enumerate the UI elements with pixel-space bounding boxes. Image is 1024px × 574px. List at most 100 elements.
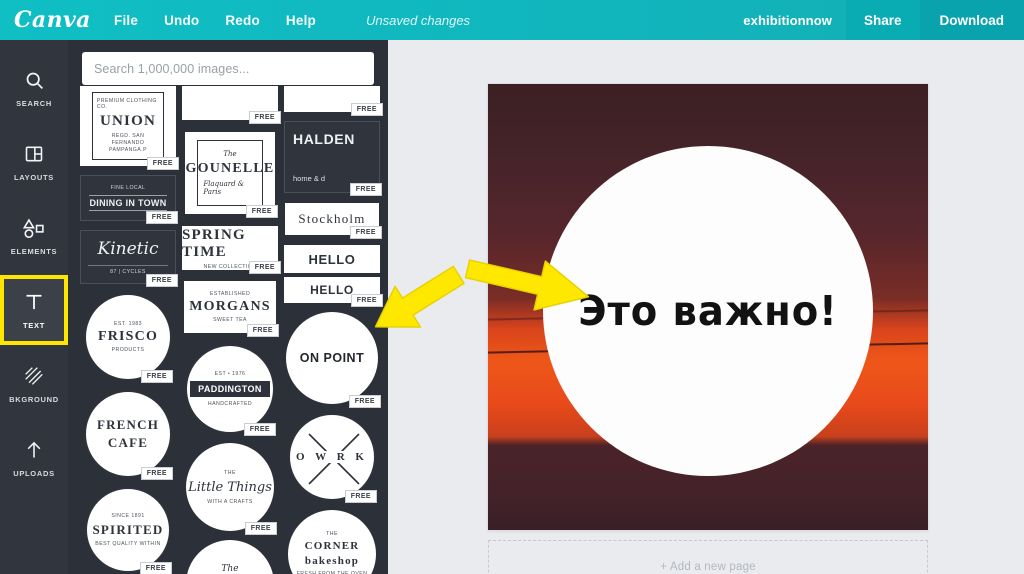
free-badge: FREE <box>145 211 178 224</box>
template-top-text: EST. 1983 <box>114 321 142 327</box>
account-name[interactable]: exhibitionnow <box>729 13 846 28</box>
template-top-text: PREMIUM CLOTHING CO. <box>96 97 157 110</box>
menu-item-undo[interactable]: Undo <box>164 13 199 28</box>
template-sub-text: Flaquard & Paris <box>203 180 245 196</box>
add-new-page-button[interactable]: + Add a new page <box>488 540 928 574</box>
sidebar-item-label: TEXT <box>23 321 45 330</box>
template-main-text: HALDEN <box>293 131 355 147</box>
template-card[interactable]: HELLO FREE <box>284 277 383 307</box>
sidebar-item-bkground[interactable]: BKGROUND <box>3 352 65 416</box>
templates-column-1: PREMIUM CLOTHING CO. UNION REGD. SAN FER… <box>80 86 179 574</box>
template-card[interactable]: The ATLANTIC TRADING CO. FREE <box>186 540 274 574</box>
template-main-text: ON POINT <box>299 351 365 365</box>
template-card[interactable]: FREE <box>284 86 383 116</box>
menu-item-file[interactable]: File <box>114 13 138 28</box>
template-top-text: THE <box>326 530 338 537</box>
template-card[interactable]: EST. 1983 FRISCO PRODUCTS FREE <box>84 293 173 383</box>
template-card-on-point[interactable]: ON POINT FREE <box>286 312 381 408</box>
template-main-text: Stockholm <box>298 211 366 226</box>
menu-item-help[interactable]: Help <box>286 13 316 28</box>
template-card[interactable]: THE CORNER bakeshop FRESH FROM THE OVEN … <box>288 510 376 574</box>
template-card[interactable]: SINCE 1891 SPIRITED BEST QUALITY WITHIN … <box>85 487 172 574</box>
free-badge: FREE <box>246 324 279 337</box>
free-badge: FREE <box>145 274 178 287</box>
free-badge: FREE <box>244 522 277 535</box>
design-canvas[interactable]: Это важно! <box>488 84 928 530</box>
template-main-text: UNION <box>99 112 156 129</box>
sidebar-item-label: BKGROUND <box>9 395 59 404</box>
free-badge: FREE <box>248 111 281 124</box>
free-badge: FREE <box>350 103 383 116</box>
sidebar-item-label: UPLOADS <box>13 469 55 478</box>
template-main-text: Kinetic <box>97 239 159 259</box>
template-sub-text: SWEET TEA <box>213 317 247 323</box>
free-badge: FREE <box>139 562 172 574</box>
template-main-text: DINING IN TOWN <box>89 195 167 211</box>
template-main-text: CORNER bakeshop <box>304 539 360 567</box>
free-badge: FREE <box>348 395 381 408</box>
free-badge: FREE <box>140 467 173 480</box>
canvas-text-element[interactable]: Это важно! <box>578 287 837 335</box>
free-badge: FREE <box>245 205 278 218</box>
search-placeholder: Search 1,000,000 images... <box>94 61 250 76</box>
template-card[interactable]: SPRING TIME NEW COLLECTION FREE <box>182 226 281 274</box>
template-sub-text: BEST QUALITY WITHIN <box>95 541 161 547</box>
white-circle-shape[interactable]: Это важно! <box>543 146 873 477</box>
share-button[interactable]: Share <box>845 0 920 40</box>
template-card[interactable]: HELLO <box>284 245 380 273</box>
free-badge: FREE <box>344 490 377 503</box>
template-sub-text: REGD. SAN FERNANDO PAMPANGA.P <box>108 132 148 154</box>
template-card[interactable]: FREE <box>182 86 281 124</box>
menu-item-redo[interactable]: Redo <box>225 13 260 28</box>
free-badge: FREE <box>350 294 383 307</box>
background-icon <box>24 364 44 388</box>
template-top-text: FINE LOCAL <box>110 185 146 191</box>
sidebar-item-label: SEARCH <box>16 99 52 108</box>
template-card[interactable]: EST • 1976 PADDINGTON HANDCRAFTED FREE <box>185 344 276 436</box>
template-card[interactable]: The GOUNELLE Flaquard & Paris FREE <box>182 129 278 218</box>
top-bar: Canva File Undo Redo Help Unsaved change… <box>0 0 1024 40</box>
template-sub-text: HANDCRAFTED <box>207 401 253 407</box>
template-card[interactable]: THE Little Things WITH A CRAFTS FREE <box>186 443 277 535</box>
template-main-text: O W R K <box>294 451 370 463</box>
upload-icon <box>24 438 44 462</box>
template-card[interactable]: Stockholm FREE <box>284 202 382 239</box>
templates-grid: PREMIUM CLOTHING CO. UNION REGD. SAN FER… <box>68 86 388 574</box>
template-card[interactable]: Kinetic 87 | CYCLES FREE <box>80 230 178 287</box>
sidebar-item-search[interactable]: SEARCH <box>3 56 65 120</box>
template-card[interactable]: FINE LOCAL DINING IN TOWN FREE <box>80 175 178 224</box>
design-workspace[interactable]: Это важно! + Add a new page <box>388 40 1024 574</box>
sidebar-item-elements[interactable]: ELEMENTS <box>3 204 65 268</box>
template-sub-text: PRODUCTS <box>111 347 145 353</box>
canva-editor-window: Canva File Undo Redo Help Unsaved change… <box>0 0 1024 574</box>
template-top-text: SINCE 1891 <box>111 513 145 519</box>
template-top-text: THE <box>224 469 236 476</box>
template-main-text: HELLO <box>308 251 356 267</box>
left-tool-rail: SEARCH LAYOUTS ELEMENTS TEXT BKGROUND UP… <box>0 40 68 574</box>
sidebar-item-layouts[interactable]: LAYOUTS <box>3 130 65 194</box>
template-card[interactable]: FRENCH CAFE FREE <box>84 390 173 480</box>
template-top-text: The <box>223 150 237 158</box>
template-main-text: SPRING TIME <box>182 226 246 260</box>
template-card[interactable]: HALDEN home & d FREE <box>284 121 382 196</box>
main-menu: File Undo Redo Help Unsaved changes <box>114 13 470 28</box>
download-button[interactable]: Download <box>919 0 1024 40</box>
template-top-text: ESTABLISHED <box>209 291 251 297</box>
sidebar-item-text[interactable]: TEXT <box>1 276 67 344</box>
search-input[interactable]: Search 1,000,000 images... <box>82 52 374 85</box>
template-sub-text: WITH A CRAFTS <box>207 498 253 505</box>
elements-icon <box>23 216 45 240</box>
template-main-text: PADDINGTON <box>189 381 271 397</box>
save-status-text: Unsaved changes <box>365 12 471 28</box>
canva-logo[interactable]: Canva <box>14 7 92 33</box>
template-card[interactable]: O W R K FREE <box>288 413 377 503</box>
sidebar-item-label: LAYOUTS <box>13 173 55 182</box>
text-icon <box>24 290 44 314</box>
template-top-text: EST • 1976 <box>214 371 246 377</box>
template-main-text: HELLO <box>310 283 354 297</box>
template-card[interactable]: PREMIUM CLOTHING CO. UNION REGD. SAN FER… <box>80 86 179 170</box>
template-card[interactable]: ESTABLISHED MORGANS SWEET TEA FREE <box>182 279 279 337</box>
free-badge: FREE <box>140 370 173 383</box>
free-badge: FREE <box>248 261 281 274</box>
sidebar-item-uploads[interactable]: UPLOADS <box>3 426 65 490</box>
